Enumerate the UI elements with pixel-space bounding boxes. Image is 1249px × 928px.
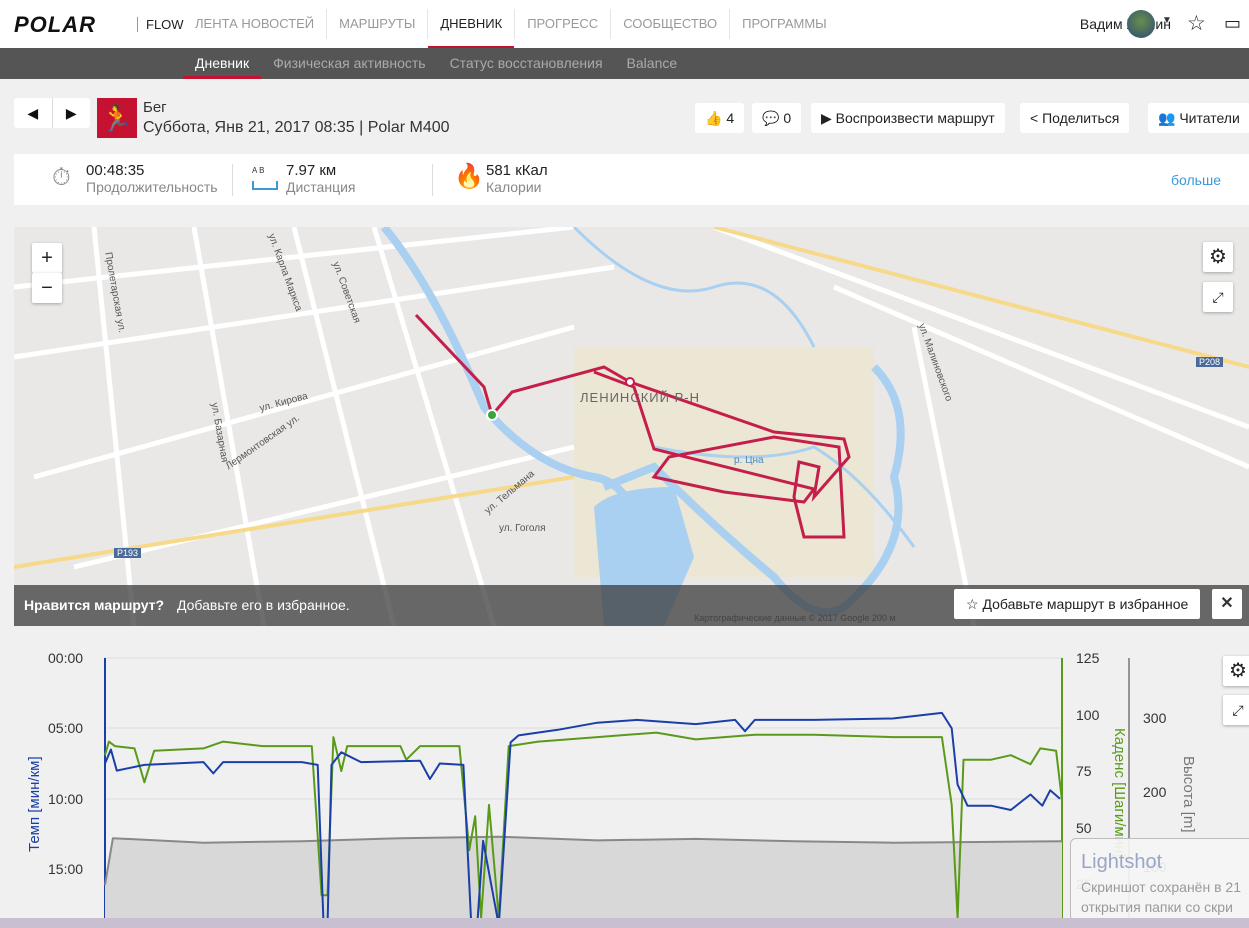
chart-plot [104, 657, 1130, 928]
duration-stat: 00:48:35 Продолжительность [86, 162, 218, 195]
like-button[interactable]: 👍 4 [695, 103, 745, 133]
next-arrow-icon[interactable]: ▶ [53, 98, 91, 128]
avatar[interactable] [1127, 10, 1155, 38]
favorite-hint: Добавьте его в избранное. [177, 597, 350, 613]
star-icon[interactable]: ☆ [1187, 11, 1206, 36]
message-icon[interactable]: ▭ [1224, 13, 1241, 34]
user-name[interactable]: Вадим Жилин [1080, 16, 1171, 32]
subnav-activity[interactable]: Физическая активность [261, 48, 437, 79]
map-label: ул. Гоголя [499, 523, 546, 534]
road-badge: P208 [1196, 357, 1224, 367]
star-icon: ☆ [966, 596, 979, 612]
ruler-icon [252, 181, 278, 190]
altitude-area [105, 836, 1062, 928]
notification-line: открытия папки со скри [1081, 899, 1233, 915]
close-button[interactable]: ✕ [1212, 589, 1242, 619]
share-button[interactable]: < Поделиться [1020, 103, 1130, 133]
notification-title: Lightshot [1081, 851, 1163, 873]
comment-button[interactable]: 💬 0 [752, 103, 802, 133]
calories-label: Калории [486, 179, 542, 195]
fullscreen-icon[interactable]: ⤢ [1203, 282, 1233, 312]
nav-community[interactable]: СООБЩЕСТВО [611, 9, 731, 39]
stopwatch-icon: ⏱ [52, 164, 71, 191]
cadence-tick: 50 [1076, 820, 1092, 836]
add-favorite-label: Добавьте маршрут в избранное [982, 596, 1189, 612]
session-pager: ◀ ▶ [14, 98, 90, 128]
zoom-out-button[interactable]: − [32, 273, 62, 303]
running-icon: 🏃 [97, 98, 137, 138]
pace-tick: 05:00 [48, 720, 84, 736]
notification-line: Скриншот сохранён в 21 [1081, 879, 1241, 895]
session-subtitle: Суббота, Янв 21, 2017 08:35 | Polar M400 [143, 119, 450, 136]
comment-count: 0 [783, 110, 792, 126]
pace-axis-label: Темп [мин/км] [26, 756, 43, 852]
map-copyright: Картографические данные © 2017 Google 20… [694, 613, 896, 623]
lightshot-notification[interactable]: Lightshot Скриншот сохранён в 21 открытия… [1070, 838, 1249, 922]
thumbs-up-icon: 👍 [705, 110, 723, 126]
more-link[interactable]: больше [1171, 172, 1221, 188]
nav-feed[interactable]: ЛЕНТА НОВОСТЕЙ [183, 9, 328, 39]
zoom-in-button[interactable]: + [32, 243, 62, 273]
favorite-prompt-bar: Нравится маршрут? Добавьте его в избранн… [14, 585, 1249, 626]
flame-icon: 🔥 [454, 163, 484, 190]
road-badge: P193 [114, 548, 142, 558]
summary-bar: ⏱ 00:48:35 Продолжительность A B 7.97 км Д… [14, 154, 1249, 205]
nav-programs[interactable]: ПРОГРАММЫ [730, 9, 839, 39]
route-map[interactable]: ЛЕНИНСКИЙ Р-Н р. Цна ул. Советская ул. К… [14, 227, 1249, 626]
flow-label: FLOW [137, 17, 184, 32]
nav-diary[interactable]: ДНЕВНИК [428, 9, 516, 49]
duration-value: 00:48:35 [86, 162, 145, 179]
subnav-balance[interactable]: Balance [615, 48, 690, 79]
people-icon: 👥 [1158, 110, 1176, 126]
nav-routes[interactable]: МАРШРУТЫ [327, 9, 429, 39]
play-icon: ▶ [821, 110, 832, 126]
altitude-tick: 300 [1143, 710, 1167, 726]
pace-tick: 10:00 [48, 791, 84, 807]
map-label: ЛЕНИНСКИЙ Р-Н [580, 390, 700, 405]
comment-icon: 💬 [762, 110, 780, 126]
add-favorite-route-button[interactable]: ☆ Добавьте маршрут в избранное [954, 589, 1201, 619]
pace-tick: 15:00 [48, 861, 84, 877]
taskbar [0, 918, 1249, 928]
cadence-tick: 100 [1076, 707, 1100, 723]
ab-label: A B [252, 166, 265, 175]
map-settings-gear-icon[interactable]: ⚙ [1203, 242, 1233, 272]
pace-tick: 00:00 [48, 650, 84, 666]
followers-label: Читатели [1179, 110, 1240, 126]
prev-arrow-icon[interactable]: ◀ [14, 98, 53, 128]
chevron-down-icon[interactable]: ▼ [1162, 15, 1172, 26]
altitude-axis-label: Высота [m] [1180, 756, 1197, 833]
calories-stat: 581 кКал Калории [486, 162, 548, 195]
calories-value: 581 кКал [486, 162, 548, 179]
replay-route-button[interactable]: ▶ Воспроизвести маршрут [811, 103, 1005, 133]
distance-label: Дистанция [286, 179, 356, 195]
notification-text: Скриншот сохранён в 21 открытия папки со … [1081, 877, 1241, 917]
polar-logo[interactable]: POLAR [14, 12, 96, 38]
like-count: 4 [726, 110, 735, 126]
duration-label: Продолжительность [86, 179, 218, 195]
workout-chart: 00:00 05:00 10:00 15:00 Темп [мин/км] 12… [0, 640, 1249, 928]
subnav-diary[interactable]: Дневник [183, 48, 262, 79]
share-label: Поделиться [1042, 110, 1120, 126]
nav-progress[interactable]: ПРОГРЕСС [515, 9, 612, 39]
subnav-recovery[interactable]: Статус восстановления [438, 48, 615, 79]
cadence-tick: 75 [1076, 763, 1092, 779]
distance-value: 7.97 км [286, 162, 337, 179]
map-canvas [14, 227, 1249, 626]
map-label: р. Цна [734, 455, 764, 466]
altitude-tick: 200 [1143, 784, 1167, 800]
share-icon: < [1030, 110, 1039, 126]
chart-fullscreen-icon[interactable]: ⤢ [1223, 695, 1249, 725]
main-nav: ЛЕНТА НОВОСТЕЙ МАРШРУТЫ ДНЕВНИК ПРОГРЕСС… [183, 0, 839, 49]
sport-name: Бег [143, 99, 167, 116]
distance-stat: 7.97 км Дистанция [286, 162, 356, 195]
replay-label: Воспроизвести маршрут [835, 110, 995, 126]
followers-button[interactable]: 👥 Читатели [1148, 103, 1249, 133]
sub-nav: Дневник Физическая активность Статус вос… [0, 48, 1249, 79]
top-navbar: POLAR FLOW ЛЕНТА НОВОСТЕЙ МАРШРУТЫ ДНЕВН… [0, 0, 1249, 49]
favorite-question: Нравится маршрут? [24, 597, 165, 613]
chart-settings-gear-icon[interactable]: ⚙ [1223, 656, 1249, 686]
cadence-tick: 125 [1076, 650, 1100, 666]
